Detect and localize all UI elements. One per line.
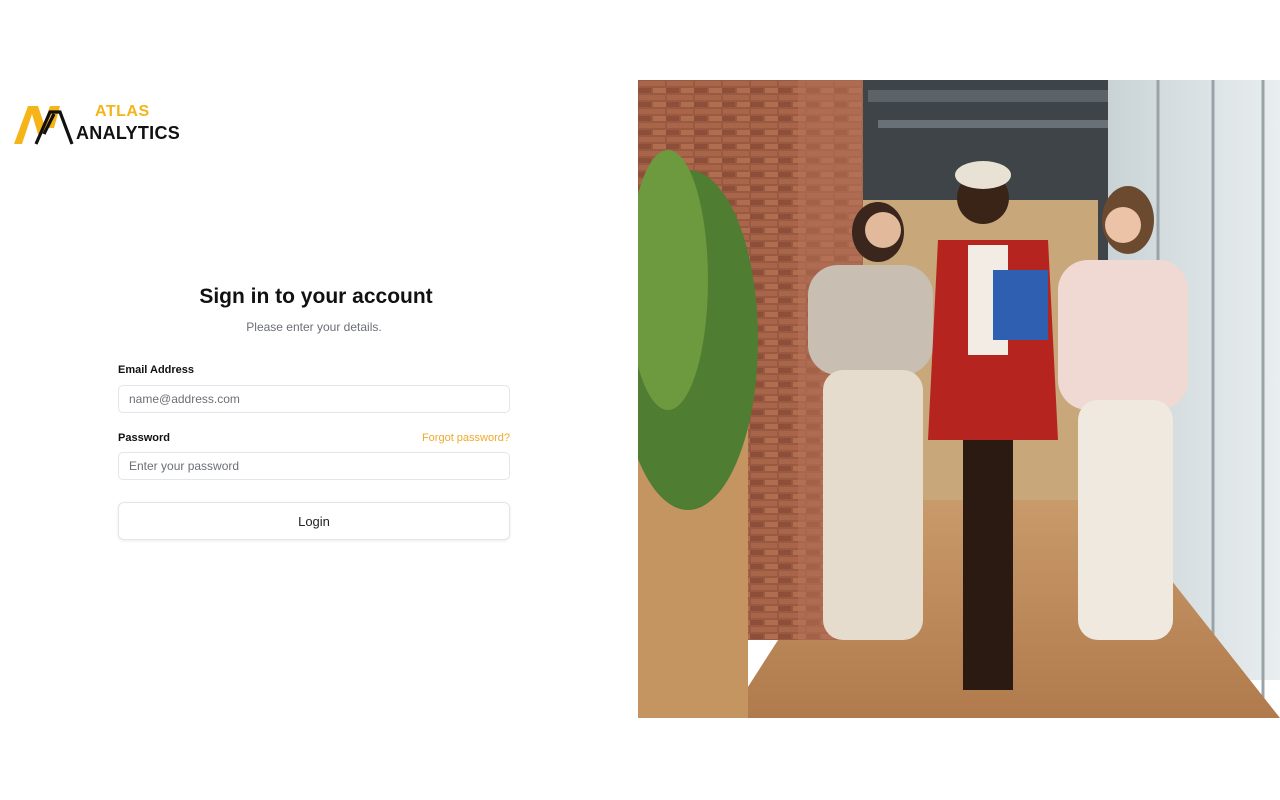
brand-name-line1: ATLAS bbox=[95, 103, 150, 120]
hero-image bbox=[638, 80, 1280, 718]
email-label: Email Address bbox=[118, 364, 195, 376]
page-subtitle: Please enter your details. bbox=[246, 320, 382, 334]
brand-name-line2: ANALYTICS bbox=[76, 123, 181, 143]
page-title: Sign in to your account bbox=[199, 285, 433, 308]
password-label-row: Password Forgot password? bbox=[118, 431, 510, 445]
atlas-logo-mark-icon bbox=[14, 106, 74, 145]
password-field[interactable] bbox=[118, 452, 510, 480]
email-field[interactable] bbox=[118, 385, 510, 413]
brand-logo[interactable]: ATLAS ANALYTICS bbox=[14, 102, 204, 152]
sign-in-form: Sign in to your account Please enter you… bbox=[118, 282, 510, 540]
login-button[interactable]: Login bbox=[118, 502, 510, 540]
forgot-password-link[interactable]: Forgot password? bbox=[422, 432, 510, 444]
office-corridor-photo bbox=[638, 80, 1280, 718]
password-label: Password bbox=[118, 432, 170, 444]
